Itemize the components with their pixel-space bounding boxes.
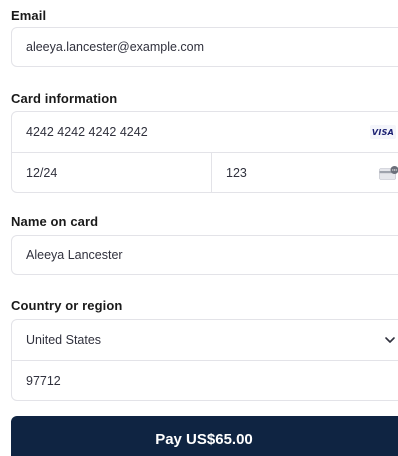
card-number-field[interactable]: 4242 4242 4242 4242 VISA bbox=[12, 112, 398, 152]
email-field[interactable]: aleeya.lancester@example.com bbox=[11, 27, 398, 67]
postal-code-field[interactable]: 97712 bbox=[12, 360, 398, 400]
country-region-label: Country or region bbox=[11, 298, 123, 313]
card-cvc-field[interactable]: 123 bbox=[211, 153, 398, 192]
checkout-form: Email aleeya.lancester@example.com Card … bbox=[0, 0, 398, 456]
card-information-group: 4242 4242 4242 4242 VISA 12/24 123 bbox=[11, 111, 398, 193]
card-expiry-cvc-row: 12/24 123 bbox=[12, 152, 398, 192]
name-on-card-label: Name on card bbox=[11, 214, 99, 229]
email-value: aleeya.lancester@example.com bbox=[26, 40, 205, 54]
name-on-card-value: Aleeya Lancester bbox=[26, 248, 123, 262]
pay-button[interactable]: Pay US$65.00 bbox=[11, 416, 398, 456]
card-information-label: Card information bbox=[11, 91, 118, 106]
visa-icon: VISA bbox=[370, 125, 396, 139]
country-region-group: United States 97712 bbox=[11, 319, 398, 401]
card-number-value: 4242 4242 4242 4242 bbox=[26, 125, 148, 139]
card-cvc-icon bbox=[379, 166, 398, 180]
name-on-card-field[interactable]: Aleeya Lancester bbox=[11, 235, 398, 275]
card-expiry-value: 12/24 bbox=[26, 165, 58, 180]
card-cvc-value: 123 bbox=[226, 165, 247, 180]
card-expiry-field[interactable]: 12/24 bbox=[12, 153, 211, 192]
chevron-down-icon bbox=[385, 337, 395, 343]
email-label: Email bbox=[11, 8, 47, 23]
country-select[interactable]: United States bbox=[12, 320, 398, 360]
country-value: United States bbox=[26, 333, 102, 347]
postal-code-value: 97712 bbox=[26, 373, 61, 388]
